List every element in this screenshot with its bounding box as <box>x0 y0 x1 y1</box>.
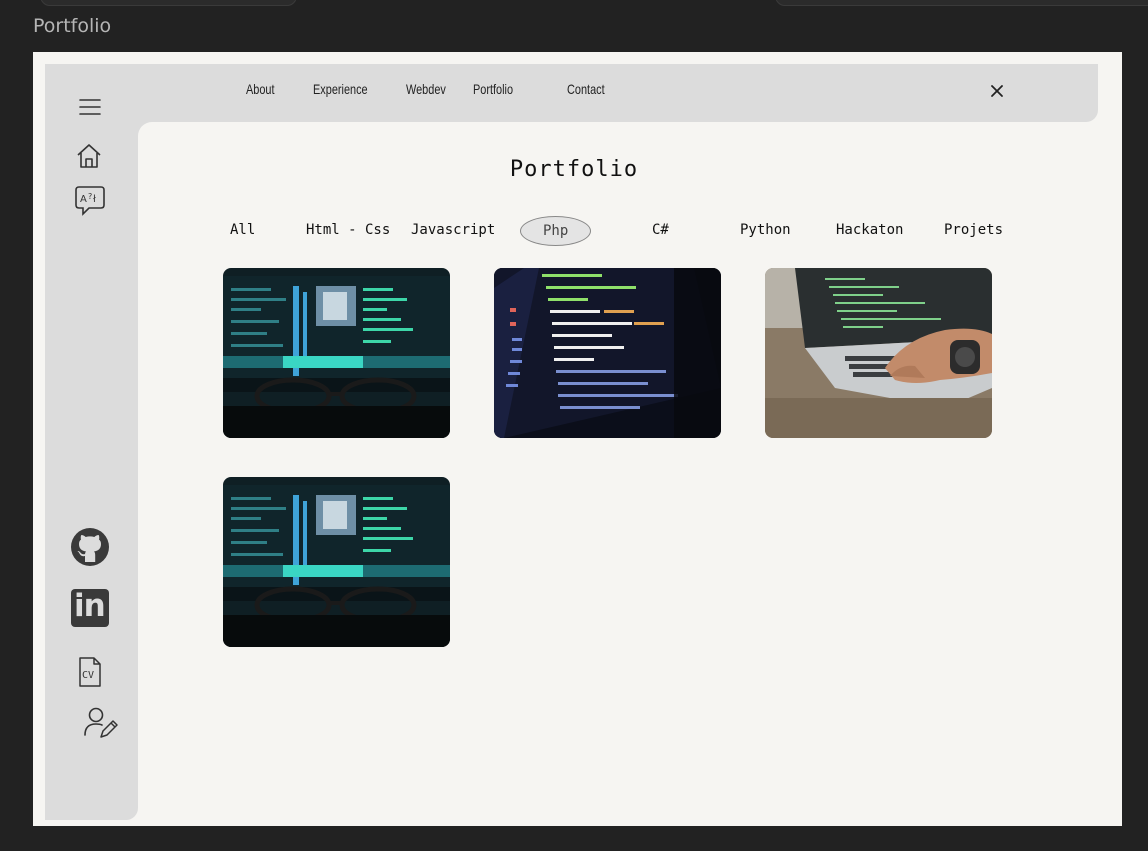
filter-csharp[interactable]: C# <box>652 222 669 238</box>
svg-text:?: ? <box>88 192 92 201</box>
nav-portfolio[interactable]: Portfolio <box>473 81 513 97</box>
menu-icon[interactable] <box>79 98 101 116</box>
cv-label: CV <box>82 670 95 681</box>
frame-title: Portfolio <box>33 15 112 37</box>
nav-experience[interactable]: Experience <box>313 81 368 97</box>
linkedin-icon[interactable]: in <box>71 588 109 627</box>
filter-python[interactable]: Python <box>740 222 791 238</box>
code-monitor-glasses-image <box>223 477 450 647</box>
filter-php[interactable]: Php <box>520 216 592 246</box>
top-navbar: About Experience Webdev Portfolio Contac… <box>117 64 1098 122</box>
hands-typing-laptop-image <box>765 268 992 438</box>
filter-all[interactable]: All <box>230 222 255 238</box>
navbar-corner <box>138 122 152 136</box>
project-card[interactable] <box>223 268 450 438</box>
project-card[interactable] <box>765 268 992 438</box>
filter-html-css[interactable]: Html - Css <box>306 222 390 238</box>
window-tab-stub <box>40 0 297 6</box>
github-icon[interactable] <box>70 527 110 567</box>
code-monitor-glasses-image <box>223 268 450 438</box>
close-icon[interactable] <box>986 80 1008 102</box>
project-card[interactable] <box>223 477 450 647</box>
laptop-code-editor-image <box>494 268 721 438</box>
translate-icon[interactable]: A ? ł <box>73 184 107 218</box>
linkedin-letters: in <box>74 588 106 624</box>
nav-webdev[interactable]: Webdev <box>406 81 446 97</box>
project-card[interactable] <box>494 268 721 438</box>
svg-text:ł: ł <box>93 194 96 205</box>
window-tab-stub <box>775 0 1148 6</box>
nav-about[interactable]: About <box>246 81 275 97</box>
page-title: Portfolio <box>509 157 639 182</box>
svg-text:A: A <box>80 194 87 205</box>
nav-contact[interactable]: Contact <box>567 81 605 97</box>
cv-icon[interactable]: CV <box>78 656 102 688</box>
filter-projets[interactable]: Projets <box>944 222 1003 238</box>
filter-javascript[interactable]: Javascript <box>411 222 495 238</box>
user-edit-icon[interactable] <box>83 706 119 740</box>
filter-hackaton[interactable]: Hackaton <box>836 222 903 238</box>
